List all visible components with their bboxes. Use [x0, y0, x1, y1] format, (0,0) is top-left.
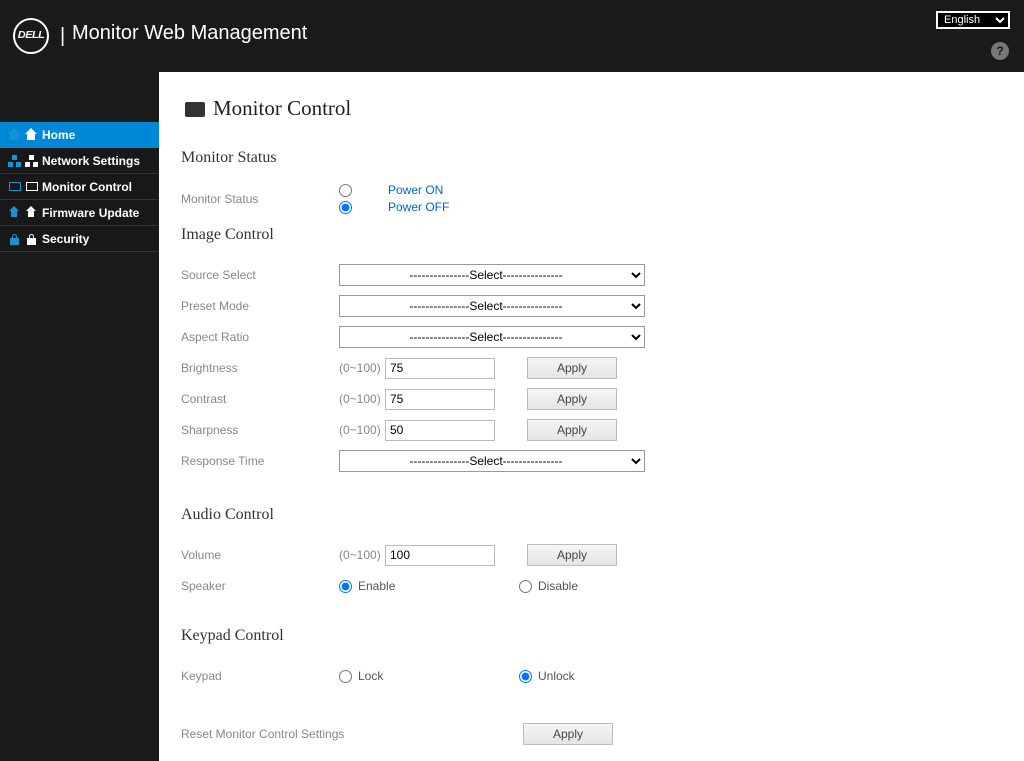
label-aspect-ratio: Aspect Ratio — [181, 330, 339, 344]
label-volume: Volume — [181, 548, 339, 562]
network-icon — [25, 154, 39, 168]
input-sharpness[interactable] — [385, 420, 495, 441]
option-enable: Enable — [358, 579, 395, 593]
select-preset-mode[interactable]: ---------------Select--------------- — [339, 295, 645, 317]
language-select[interactable]: English — [936, 11, 1010, 29]
label-monitor-status: Monitor Status — [181, 192, 339, 206]
section-image-control-title: Image Control — [181, 226, 1004, 244]
header-divider: | — [60, 25, 65, 48]
option-power-on: Power ON — [388, 183, 443, 197]
sidebar-item-security[interactable]: Security — [0, 226, 159, 252]
row-monitor-status: Monitor Status Power ON Power OFF — [181, 183, 1004, 214]
dell-logo: DELL — [13, 18, 49, 54]
radio-power-off[interactable] — [339, 201, 352, 214]
input-contrast[interactable] — [385, 389, 495, 410]
range-hint: (0~100) — [339, 392, 385, 406]
label-reset: Reset Monitor Control Settings — [181, 727, 523, 741]
app-title: Monitor Web Management — [72, 22, 307, 45]
input-volume[interactable] — [385, 545, 495, 566]
lock-icon — [8, 232, 22, 246]
select-aspect-ratio[interactable]: ---------------Select--------------- — [339, 326, 645, 348]
home-icon — [25, 128, 39, 142]
radio-power-on[interactable] — [339, 184, 352, 197]
apply-contrast-button[interactable]: Apply — [527, 388, 617, 410]
page-title: Monitor Control — [181, 96, 1004, 121]
upload-icon — [8, 206, 22, 220]
label-keypad: Keypad — [181, 669, 339, 683]
help-icon[interactable]: ? — [991, 42, 1009, 60]
main-content: Monitor Control Monitor Status Monitor S… — [159, 72, 1024, 761]
label-speaker: Speaker — [181, 579, 339, 593]
label-sharpness: Sharpness — [181, 423, 339, 437]
radio-speaker-disable[interactable] — [519, 580, 532, 593]
option-power-off: Power OFF — [388, 200, 449, 214]
sidebar: Home Network Settings Monitor Control Fi… — [0, 72, 159, 761]
sidebar-item-firmware[interactable]: Firmware Update — [0, 200, 159, 226]
option-lock: Lock — [358, 669, 383, 683]
monitor-control-icon — [181, 101, 207, 117]
monitor-icon — [8, 180, 22, 194]
label-response-time: Response Time — [181, 454, 339, 468]
network-icon — [8, 154, 22, 168]
input-brightness[interactable] — [385, 358, 495, 379]
monitor-icon — [25, 180, 39, 194]
sidebar-item-label: Firmware Update — [42, 200, 139, 226]
sidebar-item-monitor-control[interactable]: Monitor Control — [0, 174, 159, 200]
label-contrast: Contrast — [181, 392, 339, 406]
radio-keypad-unlock[interactable] — [519, 670, 532, 683]
lock-icon — [25, 232, 39, 246]
sidebar-item-label: Monitor Control — [42, 174, 132, 200]
select-source[interactable]: ---------------Select--------------- — [339, 264, 645, 286]
label-source-select: Source Select — [181, 268, 339, 282]
sidebar-item-label: Security — [42, 226, 89, 252]
apply-sharpness-button[interactable]: Apply — [527, 419, 617, 441]
apply-reset-button[interactable]: Apply — [523, 723, 613, 745]
section-monitor-status-title: Monitor Status — [181, 149, 1004, 167]
radio-keypad-lock[interactable] — [339, 670, 352, 683]
sidebar-item-home[interactable]: Home — [0, 122, 159, 148]
option-disable: Disable — [538, 579, 578, 593]
section-audio-control-title: Audio Control — [181, 506, 1004, 524]
range-hint: (0~100) — [339, 361, 385, 375]
select-response-time[interactable]: ---------------Select--------------- — [339, 450, 645, 472]
sidebar-item-network[interactable]: Network Settings — [0, 148, 159, 174]
label-preset-mode: Preset Mode — [181, 299, 339, 313]
range-hint: (0~100) — [339, 423, 385, 437]
radio-speaker-enable[interactable] — [339, 580, 352, 593]
upload-icon — [25, 206, 39, 220]
range-hint: (0~100) — [339, 548, 385, 562]
option-unlock: Unlock — [538, 669, 575, 683]
apply-brightness-button[interactable]: Apply — [527, 357, 617, 379]
apply-volume-button[interactable]: Apply — [527, 544, 617, 566]
sidebar-item-label: Network Settings — [42, 148, 140, 174]
label-brightness: Brightness — [181, 361, 339, 375]
header: DELL | Monitor Web Management English ? — [0, 0, 1024, 72]
sidebar-item-label: Home — [42, 122, 75, 148]
home-icon — [8, 128, 22, 142]
section-keypad-control-title: Keypad Control — [181, 627, 1004, 645]
